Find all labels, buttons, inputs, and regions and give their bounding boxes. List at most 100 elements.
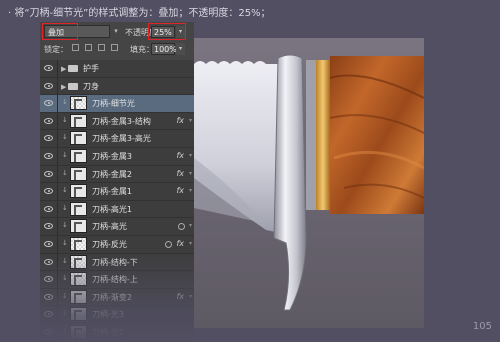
layer-thumbnail (70, 307, 87, 322)
layer-name: 刀柄-金属3-高光 (92, 134, 151, 144)
layer-row[interactable]: ↓ 刀柄-金属1 fx ▾ (40, 183, 194, 201)
row-divider (57, 183, 58, 200)
clipping-mask-icon: ↓ (62, 186, 68, 195)
layer-name: 刀柄-高光 (92, 222, 127, 232)
layer-thumbnail (70, 166, 87, 181)
lock-paint-icon[interactable] (85, 44, 92, 51)
clipping-mask-icon: ↓ (62, 291, 68, 300)
linked-ring-icon (165, 240, 172, 248)
visibility-eye-icon[interactable] (44, 117, 53, 124)
layer-thumbnail (70, 289, 87, 304)
row-divider (57, 200, 58, 218)
visibility-eye-icon[interactable] (44, 328, 53, 335)
fx-icon[interactable]: fx (176, 239, 184, 248)
layer-name: 刀柄-金属3-结构 (92, 116, 151, 126)
row-divider (57, 60, 58, 77)
layer-row[interactable]: ↓ 刀柄-高光1 (40, 200, 194, 219)
layer-thumbnail (70, 201, 87, 216)
layer-name: 刀柄-金属3 (92, 151, 132, 161)
visibility-eye-icon[interactable] (44, 152, 53, 159)
layer-name: 刀柄-细节光 (92, 99, 135, 109)
row-divider (57, 253, 58, 271)
lock-label: 锁定： (44, 45, 68, 54)
row-divider (57, 112, 58, 130)
layer-name: 刀柄-光3 (92, 310, 124, 320)
visibility-eye-icon[interactable] (44, 258, 53, 265)
row-divider (57, 271, 58, 288)
clipping-mask-icon: ↓ (62, 326, 68, 335)
fx-icon[interactable]: fx (176, 292, 184, 301)
expand-effects-icon[interactable]: ▾ (189, 240, 193, 250)
blend-mode-highlight (42, 23, 78, 40)
layer-row[interactable]: ▶ 护手 (40, 60, 194, 78)
visibility-eye-icon[interactable] (44, 205, 53, 212)
clipping-mask-icon: ↓ (62, 98, 68, 107)
visibility-eye-icon[interactable] (44, 293, 53, 300)
knife-canvas (194, 38, 424, 328)
fx-icon[interactable]: fx (176, 151, 184, 160)
layer-row[interactable]: ↓ 刀柄-金属3-高光 (40, 130, 194, 148)
layer-row[interactable]: ↓ 刀柄-金属3-结构 fx ▾ (40, 112, 194, 131)
layer-name: 刀柄-金属1 (92, 187, 132, 197)
clipping-mask-icon: ↓ (62, 133, 68, 142)
fx-icon[interactable]: fx (176, 186, 184, 195)
layer-row[interactable]: ↓ 刀柄-金属2 fx ▾ (40, 165, 194, 184)
lock-transparent-icon[interactable] (72, 44, 79, 51)
visibility-eye-icon[interactable] (44, 276, 53, 283)
lock-all-icon[interactable] (111, 44, 118, 51)
layer-name: 刀身 (83, 81, 99, 91)
fx-icon[interactable]: fx (176, 169, 184, 178)
row-divider (57, 288, 58, 306)
visibility-eye-icon[interactable] (44, 82, 53, 89)
visibility-eye-icon[interactable] (44, 311, 53, 318)
expand-effects-icon[interactable]: ▾ (189, 222, 193, 232)
row-divider (57, 147, 58, 165)
expand-effects-icon[interactable]: ▾ (189, 293, 193, 303)
expand-effects-icon[interactable]: ▾ (189, 117, 193, 127)
expand-arrow-icon[interactable]: ▶ (61, 65, 66, 73)
row-divider (57, 306, 58, 323)
lock-icons (72, 44, 118, 51)
row-divider (57, 218, 58, 235)
layer-row[interactable]: ↓ 刀柄-反光 fx ▾ (40, 235, 194, 254)
row-divider (57, 77, 58, 95)
layer-row[interactable]: ▶ 刀身 (40, 77, 194, 96)
clipping-mask-icon: ↓ (62, 115, 68, 124)
layer-row[interactable]: ↓ 刀柄-细节光 (40, 95, 194, 113)
expand-effects-icon[interactable]: ▾ (189, 170, 193, 180)
expand-effects-icon[interactable]: ▾ (189, 187, 193, 197)
clipping-mask-icon: ↓ (62, 256, 68, 265)
visibility-eye-icon[interactable] (44, 100, 53, 107)
layer-row[interactable]: ↓ 刀柄-金属3 fx ▾ (40, 147, 194, 166)
lock-position-icon[interactable] (98, 44, 105, 51)
layer-row[interactable]: ↓ 刀柄-光3 (40, 306, 194, 324)
fill-dropdown-icon[interactable]: ▾ (176, 43, 185, 55)
visibility-eye-icon[interactable] (44, 188, 53, 195)
visibility-eye-icon[interactable] (44, 240, 53, 247)
expand-arrow-icon[interactable]: ▶ (61, 83, 66, 91)
clipping-mask-icon: ↓ (62, 238, 68, 247)
layer-name: 护手 (83, 64, 99, 73)
fill-input[interactable]: 100% (151, 43, 177, 55)
visibility-eye-icon[interactable] (44, 135, 53, 142)
layer-row[interactable]: ↓ 刀柄-结构-下 (40, 253, 194, 272)
layer-thumbnail (70, 113, 87, 128)
layer-row[interactable]: ↓ 刀柄-高光 ▾ (40, 218, 194, 236)
visibility-eye-icon[interactable] (44, 223, 53, 230)
visibility-eye-icon[interactable] (44, 170, 53, 177)
layer-options-bar: 叠加 ▾ 不透明度： 25% ▾ 锁定： 填充： 100% ▾ (40, 22, 194, 60)
expand-effects-icon[interactable]: ▾ (189, 152, 193, 162)
layer-row[interactable]: ↓ 刀柄-光2 (40, 323, 194, 342)
layer-name: 刀柄-光2 (92, 327, 124, 337)
linked-ring-icon (178, 223, 185, 231)
opacity-highlight (148, 23, 186, 40)
blend-mode-dropdown-icon[interactable]: ▾ (111, 25, 121, 38)
layer-thumbnail (70, 219, 87, 234)
layer-thumbnail (70, 254, 87, 269)
clipping-mask-icon: ↓ (62, 203, 68, 212)
visibility-eye-icon[interactable] (44, 65, 53, 71)
layer-row[interactable]: ↓ 刀柄-结构-上 (40, 271, 194, 289)
layer-thumbnail (70, 131, 87, 146)
fx-icon[interactable]: fx (176, 116, 184, 125)
layer-row[interactable]: ↓ 刀柄-渐变2 fx ▾ (40, 288, 194, 307)
